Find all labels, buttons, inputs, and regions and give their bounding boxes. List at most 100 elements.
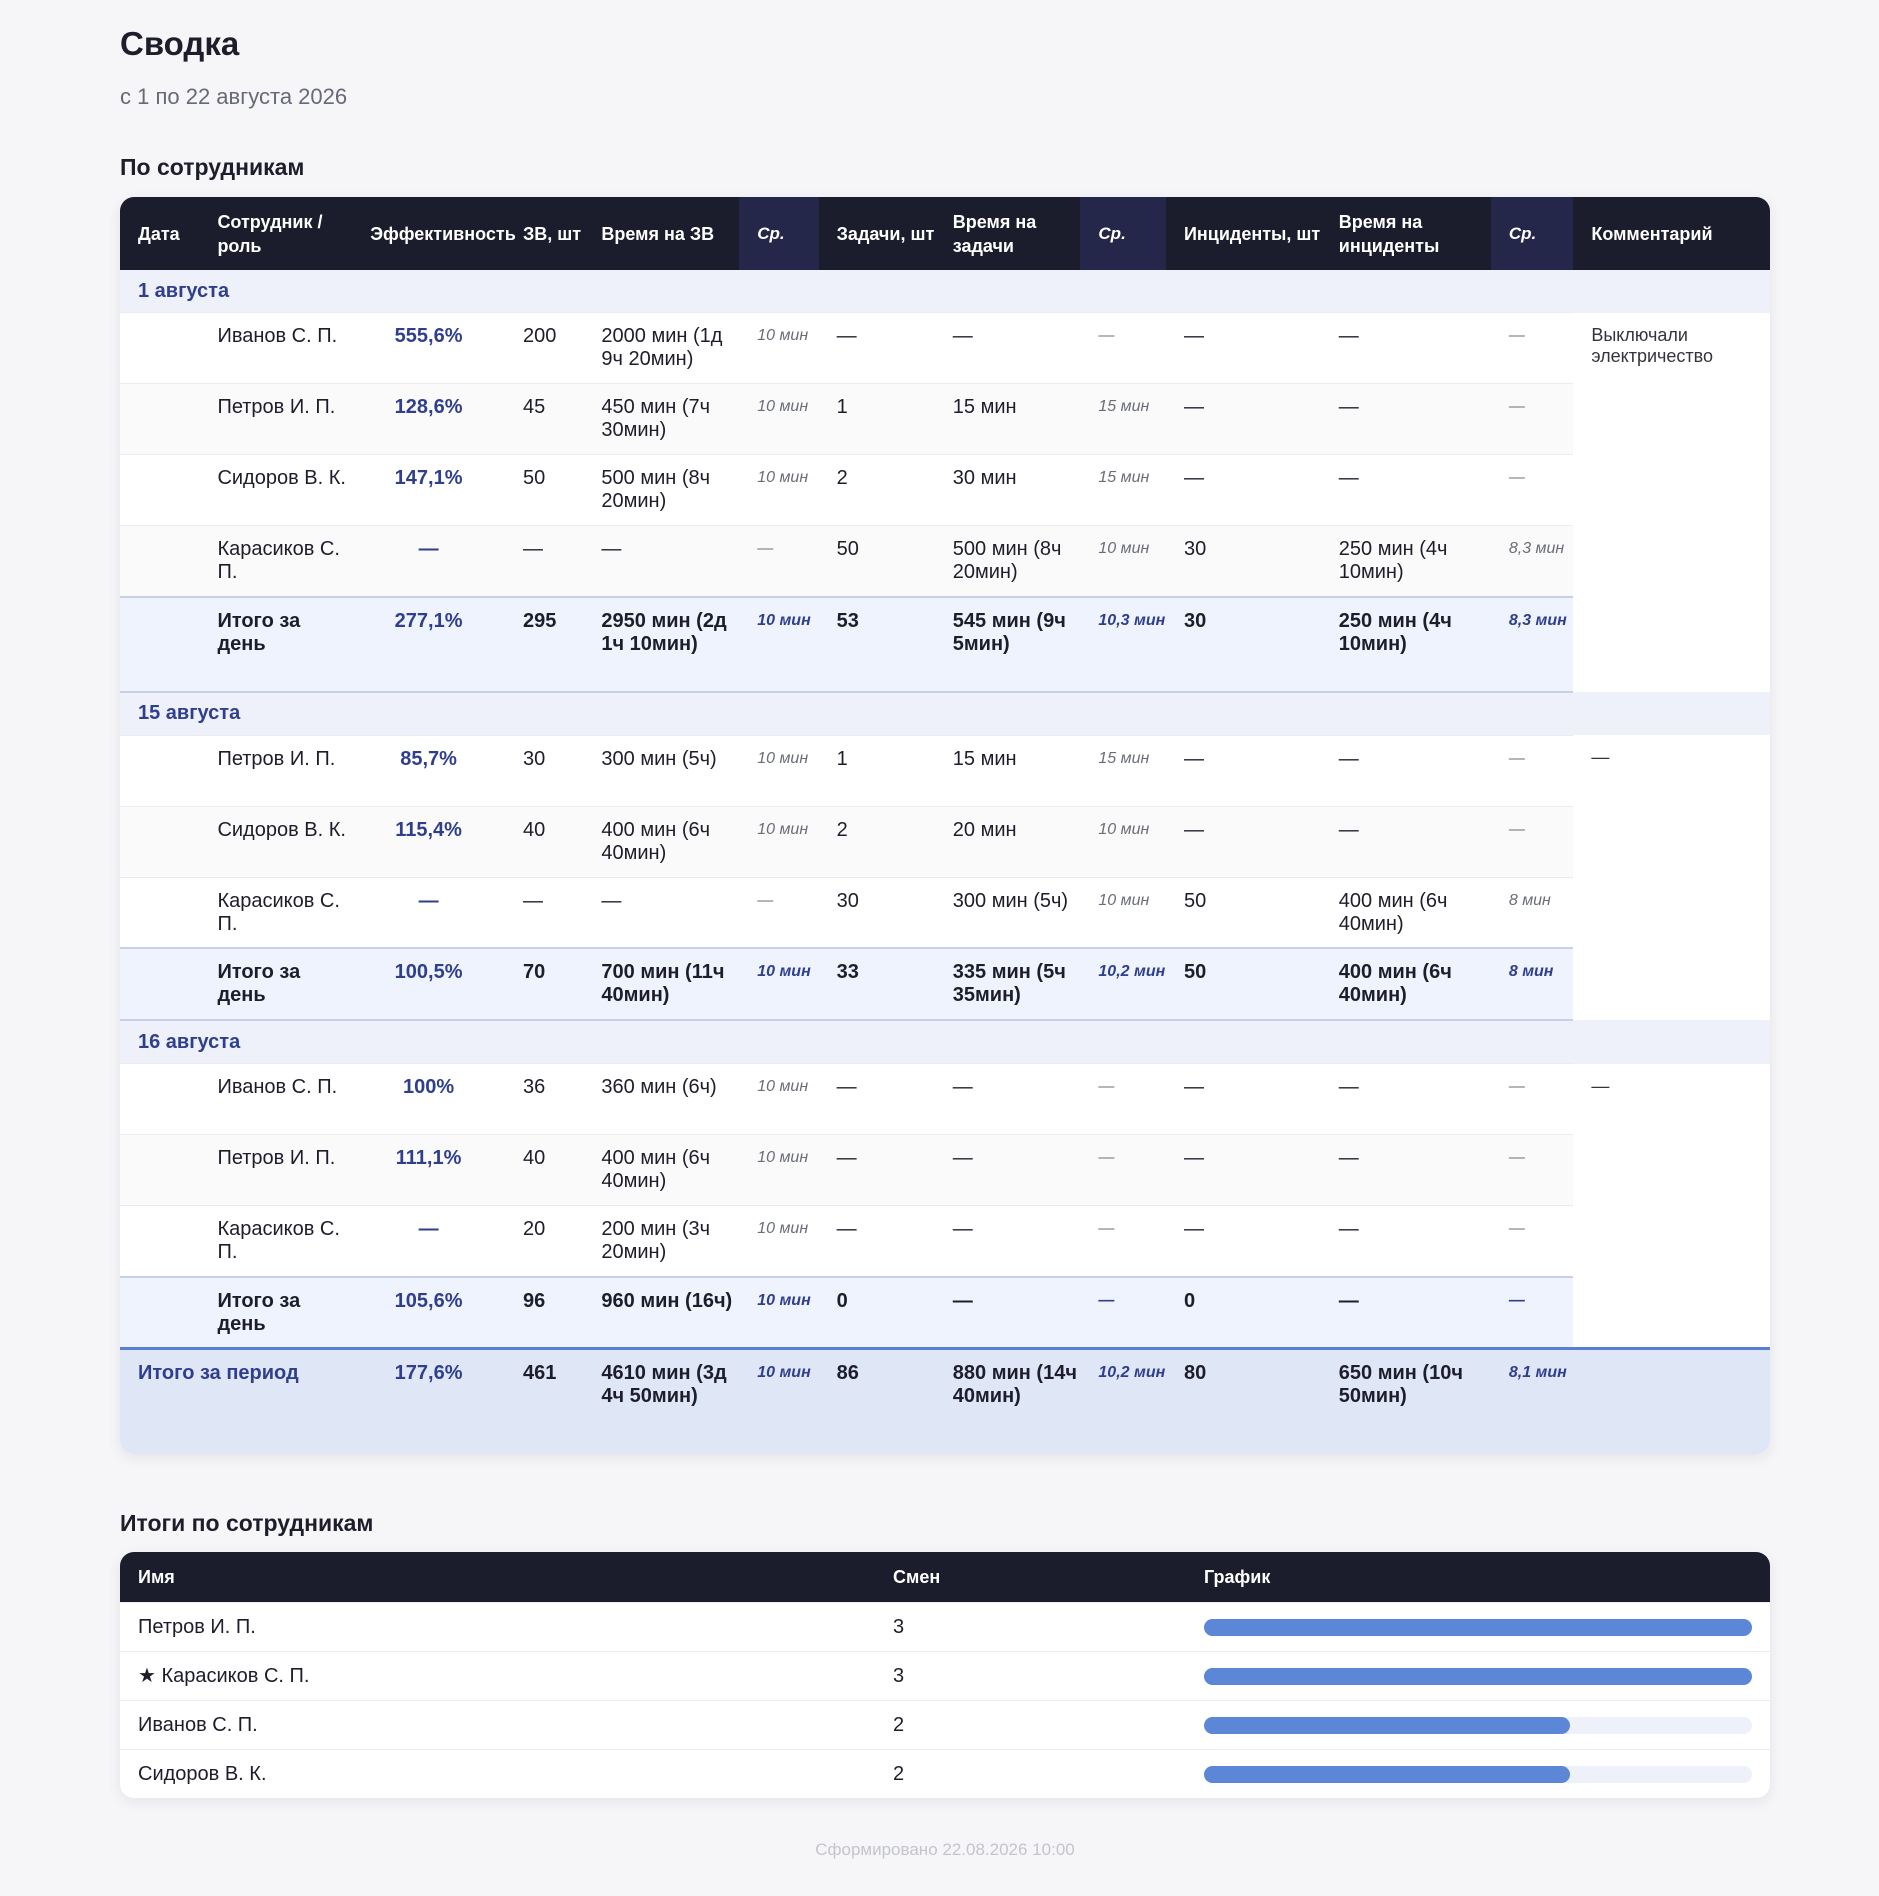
avg-tasks-cell: 10 мин <box>1080 876 1166 948</box>
efficiency-cell: 85,7% <box>352 734 505 806</box>
incidents-cell: — <box>1165 1134 1321 1206</box>
table-row: Петров И. П. 85,7% 30 300 мин (5ч) 10 мин 1 15… <box>120 734 1770 1020</box>
avg-tasks-cell: 10 мин <box>1080 805 1166 877</box>
col-header-comment[interactable]: Комментарий <box>1573 197 1770 270</box>
avg-incidents-cell: — <box>1490 1205 1574 1277</box>
tasks-cell: 0 <box>818 1275 935 1350</box>
avg-tasks-cell: — <box>1080 1063 1166 1135</box>
efficiency-cell: 128,6% <box>352 383 505 455</box>
col-header-employee[interactable]: Сотрудник / роль <box>199 197 353 270</box>
col-header-zv-count[interactable]: ЗВ, шт <box>504 197 584 270</box>
date-cell <box>120 947 200 1021</box>
zv-time-cell: 300 мин (5ч) <box>583 734 740 806</box>
avg-incidents-cell: 8 мин <box>1490 947 1574 1021</box>
avg-tasks-cell: 10,2 мин <box>1080 947 1166 1021</box>
summary-name-cell: ★ Карасиков С. П. <box>120 1651 875 1701</box>
col-header-shifts[interactable]: Смен <box>875 1552 1186 1603</box>
table-row: Сидоров В. К. 147,1% 50 500 мин (8ч 20мин) 1… <box>120 454 1770 526</box>
incidents-cell: — <box>1165 805 1321 877</box>
avg-zv-cell: 10 мин <box>739 312 819 384</box>
shift-bar-fill <box>1204 1716 1570 1734</box>
efficiency-cell: — <box>352 525 505 597</box>
date-group-row: 16 августа <box>120 1020 1770 1064</box>
avg-tasks-cell: — <box>1080 312 1166 384</box>
employee-name-cell: Карасиков С. П. <box>199 1205 353 1277</box>
col-header-date[interactable]: Дата <box>120 197 200 270</box>
avg-zv-cell: — <box>739 876 819 948</box>
col-header-avg-zv[interactable]: Ср. <box>739 197 819 270</box>
avg-zv-cell: 10 мин <box>739 1134 819 1206</box>
zv-count-cell: 96 <box>504 1275 584 1350</box>
period-total-label: Итого за период <box>120 1347 353 1454</box>
summary-row: ★ Карасиков С. П. 3 <box>120 1651 1770 1701</box>
avg-incidents-cell: 8,1 мин <box>1490 1347 1574 1454</box>
comment-cell: Выключали электричество <box>1573 312 1770 692</box>
tasks-cell: 50 <box>818 525 935 597</box>
tasks-time-cell: — <box>934 1275 1081 1350</box>
efficiency-cell: 147,1% <box>352 454 505 526</box>
zv-time-cell: — <box>583 876 740 948</box>
zv-time-cell: 500 мин (8ч 20мин) <box>583 454 740 526</box>
date-group-label: 15 августа <box>120 691 1770 735</box>
summary-shifts-cell: 3 <box>875 1651 1186 1701</box>
day-total-row: Итого за день 105,6% 96 960 мин (16ч) 10 мин… <box>120 1275 1770 1350</box>
employee-name-cell: Петров И. П. <box>199 1134 353 1206</box>
col-header-efficiency[interactable]: Эффективность <box>352 197 516 270</box>
col-header-incidents[interactable]: Инциденты, шт <box>1165 197 1321 270</box>
shift-bar-track <box>1204 1716 1752 1734</box>
avg-incidents-cell: — <box>1490 1275 1574 1350</box>
col-header-avg-incidents[interactable]: Ср. <box>1490 197 1574 270</box>
incidents-time-cell: — <box>1320 383 1491 455</box>
page-title: Сводка <box>120 25 240 62</box>
zv-count-cell: — <box>504 525 584 597</box>
avg-incidents-cell: — <box>1490 1134 1574 1206</box>
zv-time-cell: 400 мин (6ч 40мин) <box>583 1134 740 1206</box>
zv-time-cell: 400 мин (6ч 40мин) <box>583 805 740 877</box>
day-total-row: Итого за день 100,5% 70 700 мин (11ч 40мин)… <box>120 947 1770 1021</box>
col-header-avg-tasks[interactable]: Ср. <box>1080 197 1166 270</box>
employee-table-card: Дата Сотрудник / роль Эффективность ЗВ, … <box>120 197 1770 1454</box>
section-title-summary: Итоги по сотрудникам <box>120 1510 374 1536</box>
table-row: Иванов С. П. 555,6% 200 2000 мин (1д 9ч 20м… <box>120 312 1770 692</box>
date-cell <box>120 383 200 455</box>
incidents-time-cell: — <box>1320 1063 1491 1135</box>
col-header-zv-time[interactable]: Время на ЗВ <box>583 197 740 270</box>
employee-table: Дата Сотрудник / роль Эффективность ЗВ, … <box>120 197 1770 1454</box>
zv-count-cell: 50 <box>504 454 584 526</box>
avg-zv-cell: 10 мин <box>739 383 819 455</box>
tasks-time-cell: — <box>934 312 1081 384</box>
avg-incidents-cell: — <box>1490 805 1574 877</box>
table-row: Карасиков С. П. — — — —30 300 мин (5ч) 10 мин 5… <box>120 876 1770 948</box>
incidents-time-cell: 250 мин (4ч 10мин) <box>1320 595 1491 693</box>
zv-count-cell: — <box>504 876 584 948</box>
col-header-name[interactable]: Имя <box>120 1552 875 1603</box>
avg-zv-cell: — <box>739 525 819 597</box>
avg-tasks-cell: 15 мин <box>1080 383 1166 455</box>
tasks-time-cell: 30 мин <box>934 454 1081 526</box>
employee-name-cell: Карасиков С. П. <box>199 525 353 597</box>
col-header-incidents-time[interactable]: Время на инциденты <box>1320 197 1491 270</box>
date-cell <box>120 876 200 948</box>
employee-name-cell: Сидоров В. К. <box>199 454 353 526</box>
table-row: Карасиков С. П. — — — —50 500 мин (8ч 20мин) 1… <box>120 525 1770 597</box>
zv-count-cell: 30 <box>504 734 584 806</box>
avg-tasks-cell: — <box>1080 1134 1166 1206</box>
avg-zv-cell: 10 мин <box>739 734 819 806</box>
zv-time-cell: 2950 мин (2д 1ч 10мин) <box>583 595 740 693</box>
employee-table-body: 1 августа Иванов С. П. 555,6% 200 2000 мин (… <box>120 270 1770 1454</box>
efficiency-cell: — <box>352 876 505 948</box>
col-header-tasks[interactable]: Задачи, шт <box>818 197 935 270</box>
zv-count-cell: 70 <box>504 947 584 1021</box>
incidents-time-cell: — <box>1320 1134 1491 1206</box>
table-header-row: Дата Сотрудник / роль Эффективность ЗВ, … <box>120 197 1770 270</box>
avg-incidents-cell: — <box>1490 454 1574 526</box>
col-header-tasks-time[interactable]: Время на задачи <box>934 197 1081 270</box>
table-row: Сидоров В. К. 115,4% 40 400 мин (6ч 40мин) 1… <box>120 805 1770 877</box>
incidents-cell: — <box>1165 1205 1321 1277</box>
table-row: Петров И. П. 128,6% 45 450 мин (7ч 30мин) 10… <box>120 383 1770 455</box>
summary-name-cell: Петров И. П. <box>120 1602 875 1652</box>
efficiency-cell: 115,4% <box>352 805 505 877</box>
avg-incidents-cell: — <box>1490 312 1574 384</box>
tasks-cell: — <box>818 1205 935 1277</box>
col-header-chart: График <box>1186 1552 1770 1603</box>
